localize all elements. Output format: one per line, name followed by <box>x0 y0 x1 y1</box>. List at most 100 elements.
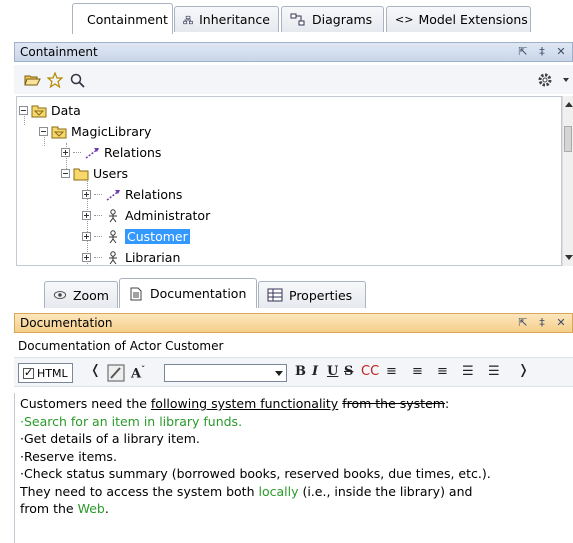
tab-label: Containment <box>87 11 168 27</box>
top-tab-strip: Containment Inheritance Diagrams <> Mode… <box>0 0 573 34</box>
close-icon[interactable]: ✕ <box>556 45 566 58</box>
tab-label: Model Extensions <box>418 12 528 27</box>
underline-icon[interactable]: U <box>327 364 338 379</box>
tree-node-users-relations[interactable]: Relations <box>82 184 182 205</box>
doc-line: ·Get details of a library item. <box>20 431 200 446</box>
doc-text-run: They need to access the system both <box>20 483 259 499</box>
open-folder-icon <box>23 75 41 86</box>
text-color-icon <box>107 364 125 382</box>
tree-scrollbar[interactable] <box>562 96 573 266</box>
package-icon <box>31 105 47 117</box>
relations-icon <box>85 147 99 159</box>
tab-diagrams[interactable]: Diagrams <box>281 6 384 32</box>
package-icon <box>51 126 67 138</box>
bulleted-list-icon[interactable]: ☰ <box>488 364 500 379</box>
align-right-icon[interactable]: ≡ <box>437 364 448 379</box>
collapse-toggle[interactable] <box>61 169 70 178</box>
tree-node-users[interactable]: Users <box>61 163 128 184</box>
pin-icon[interactable]: ‡ <box>537 45 547 58</box>
tab-properties[interactable]: Properties <box>258 281 366 308</box>
collapse-toggle[interactable] <box>19 106 28 115</box>
doc-text-run: . <box>104 501 109 516</box>
tab-model-extensions[interactable]: <> Model Extensions <box>386 6 531 32</box>
doc-line-green: ·Search for an item in library funds. <box>20 413 243 429</box>
tree-node-label: Users <box>93 166 129 181</box>
zoom-eye-icon <box>53 291 67 299</box>
tree-node-data[interactable]: Data <box>19 100 81 121</box>
bold-icon[interactable]: B <box>295 364 306 379</box>
doc-text-strikethrough: from the system <box>342 396 445 411</box>
tree-node-relations[interactable]: Relations <box>61 142 161 163</box>
doc-text-underlined: following system functionality <box>150 396 339 411</box>
tab-inheritance[interactable]: Inheritance <box>174 6 279 32</box>
tab-label: Inheritance <box>199 12 270 27</box>
tab-label: Diagrams <box>312 12 373 27</box>
expand-toggle[interactable] <box>82 211 91 220</box>
font-family-select[interactable] <box>164 364 287 382</box>
font-size-icon[interactable]: Aˇ <box>131 364 145 381</box>
pin-icon[interactable]: ‡ <box>537 316 547 329</box>
scroll-down-arrow[interactable] <box>565 255 573 260</box>
align-left-icon[interactable]: ≡ <box>386 364 397 379</box>
expand-toggle[interactable] <box>82 190 91 199</box>
text-color-button[interactable] <box>106 363 126 383</box>
doc-text-green: locally <box>258 483 299 499</box>
toolbar-separator-right-icon: ❭ <box>518 363 529 378</box>
expand-toggle[interactable] <box>61 148 70 157</box>
clear-format-icon[interactable]: CC <box>361 364 379 379</box>
tab-label: Properties <box>289 287 353 303</box>
scroll-up-arrow[interactable] <box>565 102 573 107</box>
settings-button[interactable] <box>535 70 555 90</box>
doc-line: ·Check status summary (borrowed books, r… <box>20 466 491 481</box>
favorite-star-icon <box>47 72 63 88</box>
doc-text-run: from the <box>20 501 78 516</box>
restore-icon[interactable]: ⇱ <box>518 316 528 329</box>
collapse-toggle[interactable] <box>39 127 48 136</box>
panel-title: Documentation <box>20 316 113 330</box>
expand-toggle[interactable] <box>82 253 91 262</box>
restore-icon[interactable]: ⇱ <box>518 45 528 58</box>
folder-icon <box>73 168 89 180</box>
scroll-thumb[interactable] <box>564 126 572 152</box>
numbered-list-icon[interactable]: ☰ <box>462 364 474 379</box>
toolbar-separator-left-icon: ❬ <box>90 363 101 378</box>
panel-title: Containment <box>20 45 98 59</box>
tab-zoom[interactable]: Zoom <box>44 281 118 308</box>
tab-documentation[interactable]: Documentation <box>119 278 257 308</box>
bottom-tab-strip: Zoom Documentation Properties <box>0 276 573 308</box>
doc-line: from the Web. <box>20 500 568 518</box>
expand-toggle[interactable] <box>82 232 91 241</box>
html-checkbox-label: HTML <box>37 366 68 380</box>
favorite-button[interactable] <box>45 70 65 90</box>
actor-icon <box>109 208 117 222</box>
search-button[interactable] <box>67 70 87 90</box>
tree-node-label: Administrator <box>125 208 211 223</box>
tree-node-librarian[interactable]: Librarian <box>82 247 181 265</box>
doc-line: They need to access the system both loca… <box>20 483 568 501</box>
close-icon[interactable]: ✕ <box>556 316 566 329</box>
settings-gear-icon <box>538 73 552 87</box>
tab-containment[interactable]: Containment <box>72 3 173 34</box>
containment-panel-header: Containment ⇱ ‡ ✕ <box>14 42 573 62</box>
documentation-panel-header: Documentation ⇱ ‡ ✕ <box>14 313 573 333</box>
documentation-subtitle: Documentation of Actor Customer <box>14 336 573 356</box>
tree-node-label: Librarian <box>125 250 181 265</box>
tree-node-customer[interactable]: Customer <box>82 226 190 247</box>
tree-node-label: Relations <box>104 145 162 160</box>
doc-line: Customers need the following system func… <box>20 395 568 413</box>
open-folder-button[interactable] <box>22 70 42 90</box>
inheritance-tree-icon <box>183 15 193 24</box>
documentation-text-editor[interactable]: Customers need the following system func… <box>14 393 573 543</box>
align-center-icon[interactable]: ≡ <box>412 364 423 379</box>
model-extensions-icon: <> <box>395 13 414 26</box>
chevron-down-icon <box>275 371 283 376</box>
tree-node-label: Data <box>51 103 81 118</box>
tree-node-administrator[interactable]: Administrator <box>82 205 210 226</box>
strikethrough-icon[interactable]: S <box>344 364 353 379</box>
documentation-owner-label: Documentation of Actor Customer <box>18 339 224 353</box>
settings-dropdown-arrow[interactable] <box>563 78 569 82</box>
italic-icon[interactable]: I <box>312 364 318 379</box>
tree-node-magiclibrary[interactable]: MagicLibrary <box>39 121 151 142</box>
properties-icon <box>267 288 283 302</box>
html-checkbox[interactable]: HTML <box>18 363 73 383</box>
